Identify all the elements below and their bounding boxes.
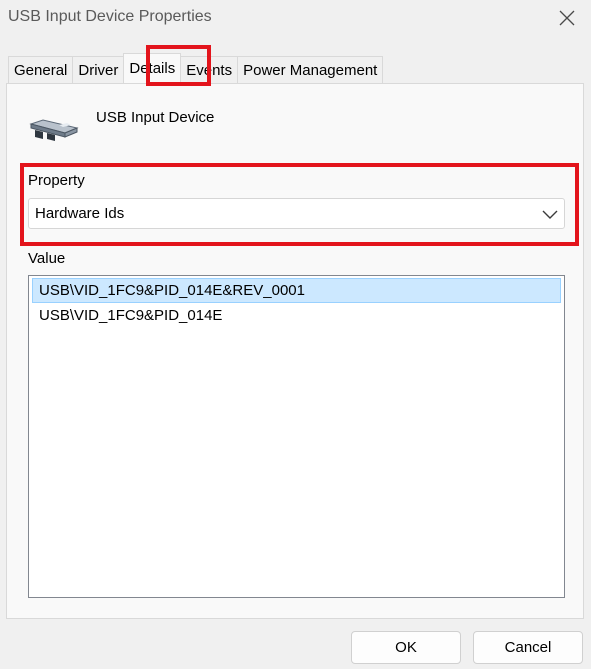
device-name: USB Input Device bbox=[96, 109, 215, 126]
tab-strip: General Driver Details Events Power Mana… bbox=[8, 53, 384, 83]
tab-details[interactable]: Details bbox=[123, 53, 182, 83]
window-title: USB Input Device Properties bbox=[8, 8, 212, 25]
tab-label: Power Management bbox=[243, 61, 378, 79]
tab-power-management[interactable]: Power Management bbox=[237, 56, 384, 83]
list-item[interactable]: USB\VID_1FC9&PID_014E&REV_0001 bbox=[32, 278, 561, 303]
tab-events[interactable]: Events bbox=[180, 56, 239, 83]
tab-general[interactable]: General bbox=[8, 56, 74, 83]
tab-label: General bbox=[14, 61, 68, 79]
close-icon bbox=[559, 10, 575, 26]
tab-label: Driver bbox=[78, 61, 119, 79]
value-label: Value bbox=[28, 250, 66, 267]
chevron-down-icon bbox=[542, 210, 558, 219]
value-list[interactable]: USB\VID_1FC9&PID_014E&REV_0001 USB\VID_1… bbox=[28, 275, 565, 598]
property-selected-value: Hardware Ids bbox=[35, 205, 125, 222]
title-bar: USB Input Device Properties bbox=[0, 0, 591, 36]
tab-label: Events bbox=[186, 61, 233, 79]
property-label: Property bbox=[28, 172, 85, 189]
property-dropdown[interactable]: Hardware Ids bbox=[28, 198, 565, 229]
list-item[interactable]: USB\VID_1FC9&PID_014E bbox=[32, 303, 561, 328]
cancel-button[interactable]: Cancel bbox=[473, 631, 583, 664]
tab-label: Details bbox=[129, 60, 176, 77]
ok-button[interactable]: OK bbox=[351, 631, 461, 664]
properties-dialog: USB Input Device Properties General Driv… bbox=[0, 0, 591, 669]
usb-input-device-icon bbox=[29, 119, 79, 141]
details-panel: USB Input Device Property Hardware Ids V… bbox=[6, 83, 584, 619]
close-button[interactable] bbox=[549, 2, 585, 34]
tab-driver[interactable]: Driver bbox=[72, 56, 125, 83]
